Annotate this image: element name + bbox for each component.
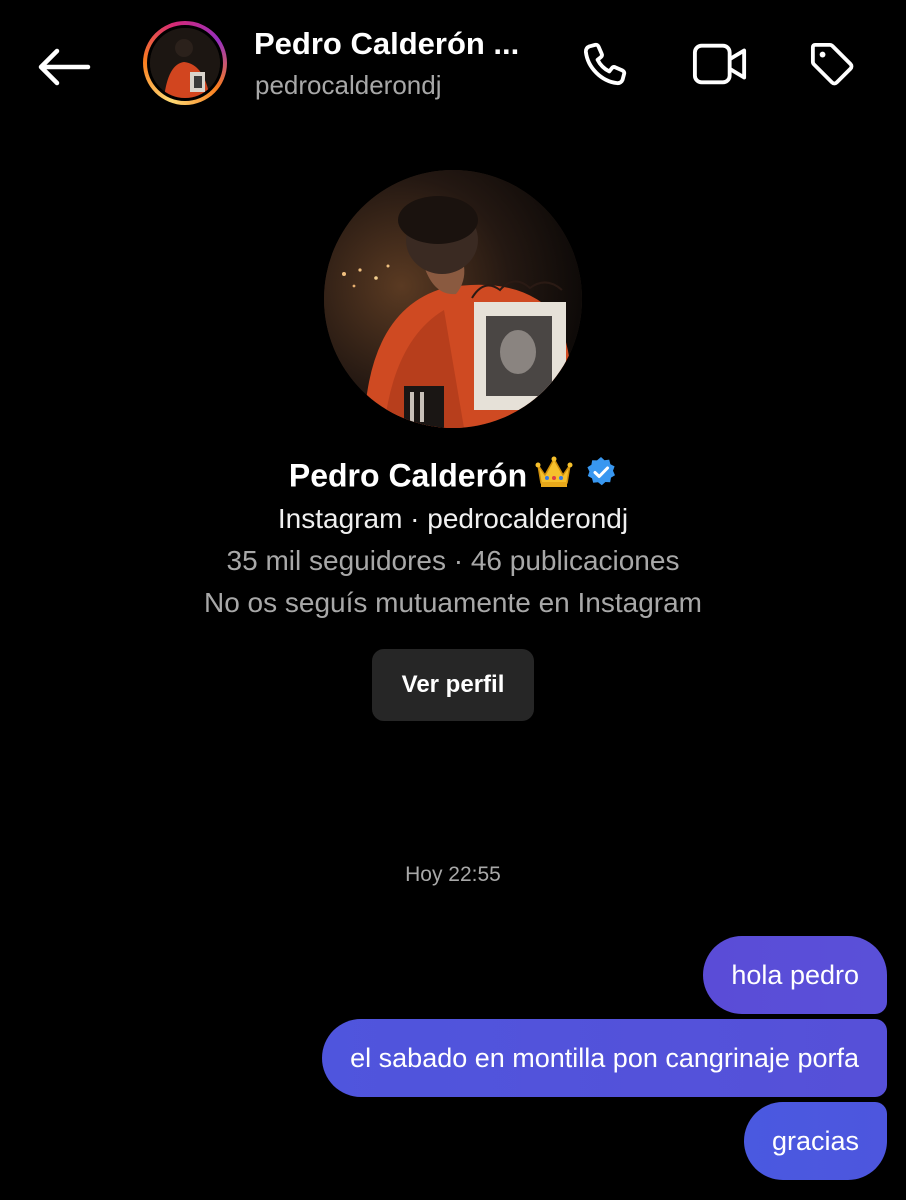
tag-icon (810, 42, 854, 86)
header-title[interactable]: Pedro Calderón ... (254, 26, 534, 62)
message-bubble[interactable]: gracias (743, 1102, 887, 1180)
profile-source-line: Instagram · pedrocalderondj (277, 503, 629, 534)
follow-status-line: No os seguís mutuamente en Instagram (203, 587, 703, 618)
video-call-button[interactable] (692, 36, 748, 92)
verified-badge-icon (585, 456, 617, 496)
header-avatar[interactable] (143, 21, 227, 105)
crown-emoji (535, 455, 573, 497)
profile-name: Pedro Calderón (288, 457, 528, 494)
video-camera-icon (692, 43, 747, 85)
chat-header: Pedro Calderón ... pedrocalderondj (0, 0, 906, 130)
view-profile-button[interactable]: Ver perfil (372, 649, 534, 721)
arrow-left-icon (38, 48, 91, 86)
profile-photo[interactable] (324, 170, 582, 428)
profile-stats-line: 35 mil seguidores · 46 publicaciones (226, 545, 680, 576)
message-bubble[interactable]: hola pedro (703, 936, 887, 1014)
back-button[interactable] (30, 34, 96, 100)
header-username: pedrocalderondj (255, 70, 442, 100)
tag-button[interactable] (804, 36, 860, 92)
phone-icon (583, 42, 627, 86)
message-bubble[interactable]: el sabado en montilla pon cangrinaje por… (322, 1019, 887, 1097)
message-timestamp: Hoy 22:55 (405, 863, 501, 886)
call-button[interactable] (577, 36, 633, 92)
profile-name-row: Pedro Calderón (0, 455, 906, 497)
